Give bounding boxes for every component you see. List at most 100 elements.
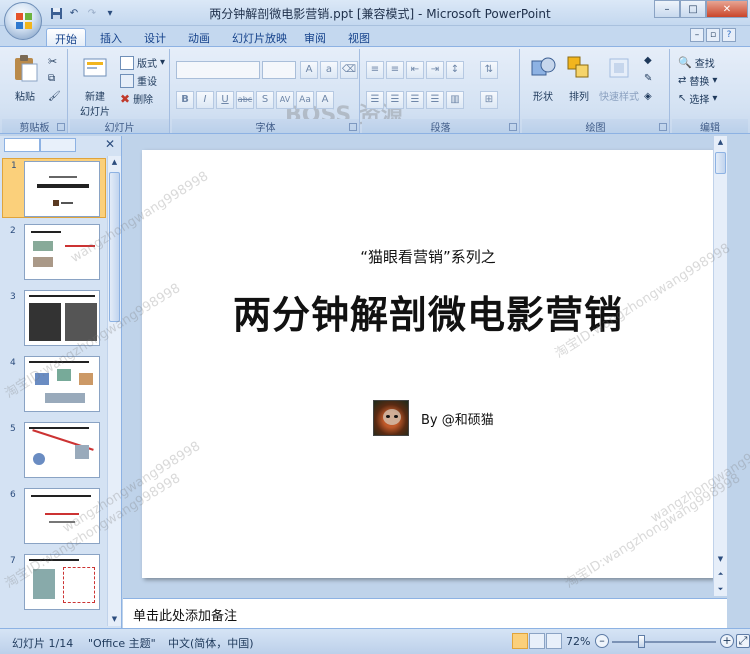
delete-slide-button[interactable]: ✖ 删除	[120, 91, 153, 107]
shape-effects-icon[interactable]: ◈	[644, 91, 652, 102]
slide-thumbnail-6[interactable]: 6	[2, 488, 106, 548]
ribbon-minimize-button[interactable]: –	[690, 28, 704, 42]
grow-font-icon[interactable]: A	[300, 61, 318, 79]
slide-thumbnail-3[interactable]: 3	[2, 290, 106, 350]
find-button[interactable]: 🔍 查找	[678, 55, 715, 70]
paragraph-launcher-icon[interactable]	[509, 123, 517, 131]
shape-outline-icon[interactable]: ✎	[644, 73, 652, 84]
format-painter-icon[interactable]: 🖌	[48, 91, 61, 102]
editor-scrollbar[interactable]: ▲ ▼ ⏶ ⏷	[713, 136, 727, 596]
align-center-icon[interactable]: ☰	[386, 91, 404, 109]
justify-icon[interactable]: ☰	[426, 91, 444, 109]
tab-review[interactable]: 审阅	[296, 28, 334, 46]
decrease-indent-icon[interactable]: ⇤	[406, 61, 424, 79]
maximize-button[interactable]: □	[680, 0, 706, 18]
drawing-launcher-icon[interactable]	[659, 123, 667, 131]
shadow-button[interactable]: S	[256, 91, 274, 109]
font-size-combobox[interactable]	[262, 61, 296, 79]
strikethrough-button[interactable]: abc	[236, 91, 254, 109]
normal-view-icon[interactable]	[512, 633, 528, 649]
zoom-slider[interactable]	[612, 635, 716, 648]
quick-styles-button[interactable]: 快速样式	[598, 53, 640, 103]
undo-icon[interactable]: ↶	[66, 5, 82, 21]
align-right-icon[interactable]: ☰	[406, 91, 424, 109]
bullets-icon[interactable]: ≡	[366, 61, 384, 79]
customize-qat-icon[interactable]: ▾	[102, 5, 118, 21]
select-button[interactable]: ↖ 选择 ▾	[678, 91, 717, 106]
next-slide-icon[interactable]: ⏷	[714, 583, 727, 596]
minimize-button[interactable]: –	[654, 0, 680, 18]
save-icon[interactable]	[48, 5, 64, 21]
bold-button[interactable]: B	[176, 91, 194, 109]
clipboard-launcher-icon[interactable]	[57, 123, 65, 131]
fit-to-window-icon[interactable]: ⤢	[736, 634, 750, 648]
previous-slide-icon[interactable]: ⏶	[714, 568, 727, 581]
replace-button[interactable]: ⇄ 替换 ▾	[678, 73, 717, 88]
current-slide[interactable]: “猫眼看营销”系列之 两分钟解剖微电影营销 By @和硕猫	[142, 150, 714, 578]
new-slide-button[interactable]: 新建 幻灯片	[74, 53, 116, 118]
cut-icon[interactable]: ✂	[48, 55, 57, 68]
slide-thumbnail-2[interactable]: 2	[2, 224, 106, 284]
close-button[interactable]: ✕	[706, 0, 748, 18]
zoom-in-icon[interactable]: +	[720, 634, 734, 648]
tab-home[interactable]: 开始	[46, 28, 86, 46]
arrange-button[interactable]: 排列	[562, 53, 596, 103]
pane-close-icon[interactable]: ✕	[105, 137, 115, 151]
slide-title[interactable]: 两分钟解剖微电影营销	[142, 284, 714, 339]
tab-animations[interactable]: 动画	[180, 28, 218, 46]
shrink-font-icon[interactable]: a	[320, 61, 338, 79]
zoom-level[interactable]: 72%	[566, 635, 590, 648]
copy-icon[interactable]: ⧉	[48, 73, 55, 84]
language-indicator[interactable]: 中文(简体，中国)	[168, 635, 254, 651]
increase-indent-icon[interactable]: ⇥	[426, 61, 444, 79]
slide-thumbnail-4[interactable]: 4	[2, 356, 106, 416]
editor-scroll-up-icon[interactable]: ▲	[714, 136, 727, 149]
line-spacing-icon[interactable]: ↕	[446, 61, 464, 79]
slide-thumbnail-7[interactable]: 7	[2, 554, 106, 614]
slide-author[interactable]: By @和硕猫	[373, 400, 494, 436]
thumbnail-scrollbar[interactable]: ▲ ▼	[107, 156, 121, 626]
slideshow-view-icon[interactable]	[546, 633, 562, 649]
theme-name[interactable]: "Office 主题"	[88, 635, 156, 651]
scroll-down-icon[interactable]: ▼	[108, 613, 121, 626]
numbering-icon[interactable]: ≡	[386, 61, 404, 79]
editor-scroll-thumb[interactable]	[715, 152, 726, 174]
text-direction-icon[interactable]: ⇅	[480, 61, 498, 79]
char-spacing-button[interactable]: AV	[276, 91, 294, 109]
editor-scroll-down-icon[interactable]: ▼	[714, 553, 727, 566]
reset-button[interactable]: 重设	[120, 73, 157, 88]
redo-icon[interactable]: ↷	[84, 5, 100, 21]
smartart-icon[interactable]: ⊞	[480, 91, 498, 109]
underline-button[interactable]: U	[216, 91, 234, 109]
help-icon[interactable]: ?	[722, 28, 736, 42]
tab-slideshow[interactable]: 幻灯片放映	[224, 28, 295, 46]
office-button[interactable]	[4, 2, 42, 40]
zoom-slider-knob[interactable]	[638, 635, 645, 648]
tab-slides-view[interactable]	[4, 138, 40, 152]
ribbon-restore-button[interactable]: ▫	[706, 28, 720, 42]
italic-button[interactable]: I	[196, 91, 214, 109]
slide-sorter-view-icon[interactable]	[529, 633, 545, 649]
shape-fill-icon[interactable]: ◆	[644, 55, 652, 66]
layout-button[interactable]: 版式 ▾	[120, 55, 165, 70]
slide-subtitle[interactable]: “猫眼看营销”系列之	[142, 246, 714, 267]
change-case-button[interactable]: Aa	[296, 91, 314, 109]
tab-outline-view[interactable]	[40, 138, 76, 152]
align-left-icon[interactable]: ☰	[366, 91, 384, 109]
tab-view[interactable]: 视图	[340, 28, 378, 46]
font-launcher-icon[interactable]	[349, 123, 357, 131]
scroll-up-icon[interactable]: ▲	[108, 156, 121, 169]
slide-thumbnail-1[interactable]: 1	[2, 158, 106, 218]
paste-button[interactable]: 粘贴	[10, 53, 40, 103]
tab-design[interactable]: 设计	[136, 28, 174, 46]
tab-insert[interactable]: 插入	[92, 28, 130, 46]
shapes-button[interactable]: 形状	[526, 53, 560, 103]
font-color-button[interactable]: A	[316, 91, 334, 109]
notes-pane[interactable]: 单击此处添加备注	[123, 598, 727, 628]
columns-icon[interactable]: ▥	[446, 91, 464, 109]
clear-format-icon[interactable]: ⌫	[340, 61, 358, 79]
zoom-out-icon[interactable]: –	[595, 634, 609, 648]
scroll-thumb[interactable]	[109, 172, 120, 322]
font-name-combobox[interactable]	[176, 61, 260, 79]
slide-thumbnail-5[interactable]: 5	[2, 422, 106, 482]
